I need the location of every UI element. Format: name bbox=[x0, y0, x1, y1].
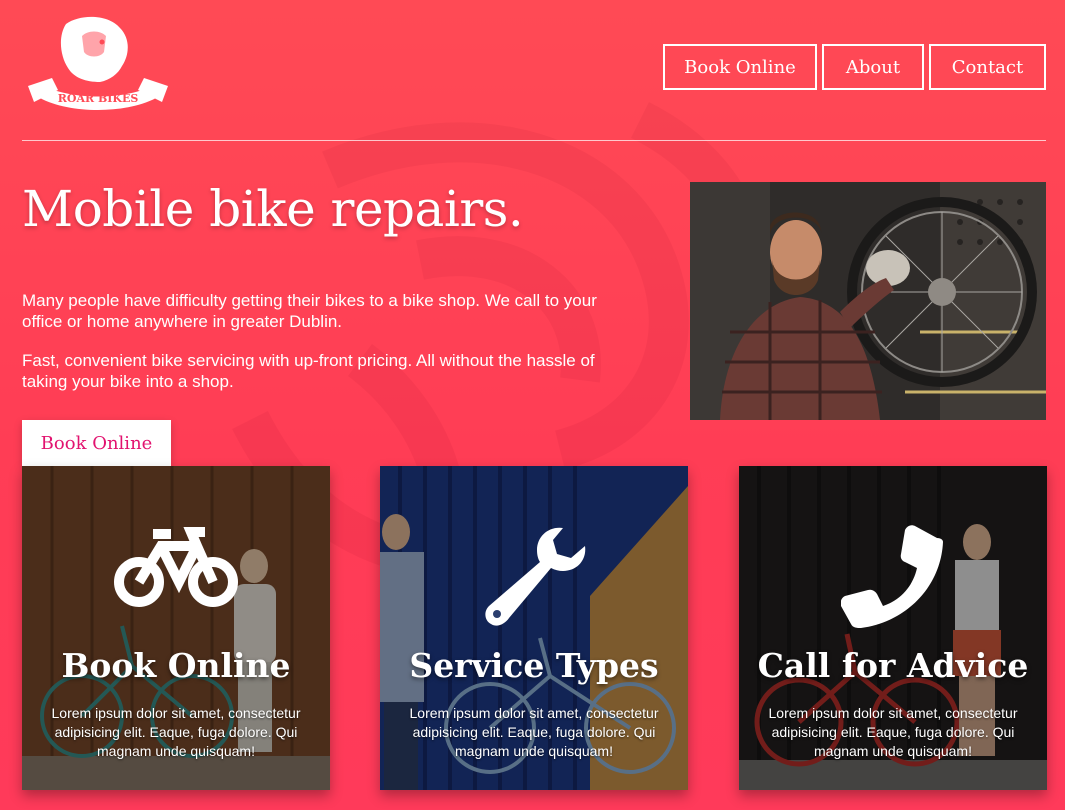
header-divider bbox=[22, 140, 1046, 141]
call-for-advice-card[interactable]: Call for Advice Lorem ipsum dolor sit am… bbox=[739, 466, 1047, 790]
card-title: Call for Advice bbox=[757, 646, 1029, 685]
card-title: Book Online bbox=[61, 646, 291, 685]
book-online-card[interactable]: Book Online Lorem ipsum dolor sit amet, … bbox=[22, 466, 330, 790]
hero-paragraph-2: Fast, convenient bike servicing with up-… bbox=[22, 351, 595, 391]
lion-logo-icon: ROAR BIKES bbox=[28, 16, 168, 110]
bicycle-icon bbox=[22, 524, 330, 608]
nav-book-online-button[interactable]: Book Online bbox=[663, 44, 817, 90]
hero-title: Mobile bike repairs. bbox=[22, 180, 524, 238]
phone-icon bbox=[739, 524, 1047, 628]
wrench-icon bbox=[380, 524, 688, 628]
hero-book-online-button[interactable]: Book Online bbox=[22, 420, 171, 466]
nav-contact-button[interactable]: Contact bbox=[929, 44, 1046, 90]
card-description: Lorem ipsum dolor sit amet, consectetur … bbox=[768, 705, 1018, 759]
card-title: Service Types bbox=[409, 646, 659, 685]
svg-text:ROAR BIKES: ROAR BIKES bbox=[58, 92, 139, 105]
hero-paragraph-1: Many people have difficulty getting thei… bbox=[22, 291, 597, 331]
card-description: Lorem ipsum dolor sit amet, consectetur … bbox=[51, 705, 301, 759]
hero-mechanic-photo bbox=[690, 182, 1046, 420]
card-description: Lorem ipsum dolor sit amet, consectetur … bbox=[409, 705, 659, 759]
main-nav: Book Online About Contact bbox=[663, 44, 1046, 90]
nav-about-button[interactable]: About bbox=[822, 44, 924, 90]
roar-bikes-logo[interactable]: ROAR BIKES bbox=[22, 16, 174, 118]
service-types-card[interactable]: Service Types Lorem ipsum dolor sit amet… bbox=[380, 466, 688, 790]
